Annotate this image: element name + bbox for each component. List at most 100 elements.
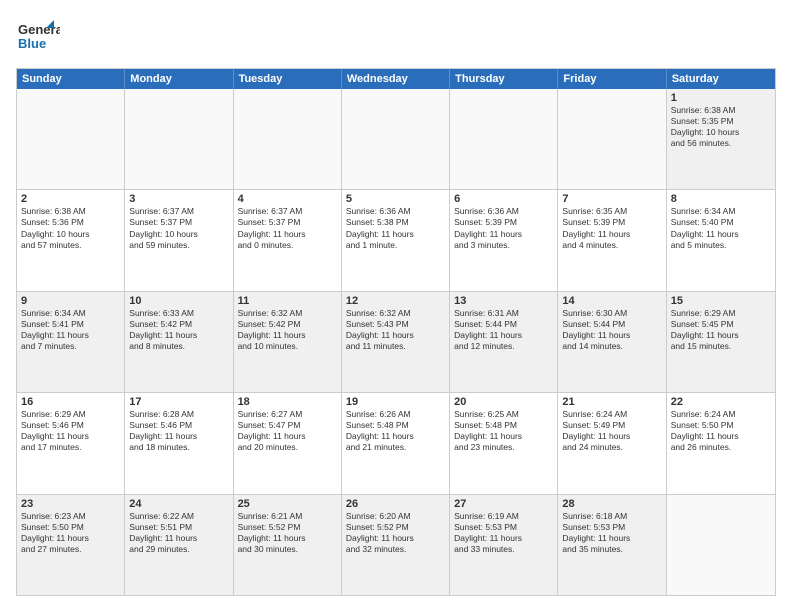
calendar-body: 1Sunrise: 6:38 AM Sunset: 5:35 PM Daylig… — [17, 89, 775, 595]
cell-daylight-info: Sunrise: 6:29 AM Sunset: 5:45 PM Dayligh… — [671, 308, 771, 352]
header: General Blue — [16, 16, 776, 60]
cell-daylight-info: Sunrise: 6:19 AM Sunset: 5:53 PM Dayligh… — [454, 511, 553, 555]
day-number: 22 — [671, 396, 771, 408]
day-number: 18 — [238, 396, 337, 408]
day-number: 8 — [671, 193, 771, 205]
day-number: 3 — [129, 193, 228, 205]
calendar-cell — [342, 89, 450, 189]
calendar-cell: 8Sunrise: 6:34 AM Sunset: 5:40 PM Daylig… — [667, 190, 775, 290]
calendar-cell — [558, 89, 666, 189]
weekday-header: Saturday — [667, 69, 775, 89]
logo: General Blue — [16, 16, 60, 60]
cell-daylight-info: Sunrise: 6:37 AM Sunset: 5:37 PM Dayligh… — [129, 206, 228, 250]
calendar-row: 9Sunrise: 6:34 AM Sunset: 5:41 PM Daylig… — [17, 292, 775, 393]
calendar-cell: 11Sunrise: 6:32 AM Sunset: 5:42 PM Dayli… — [234, 292, 342, 392]
cell-daylight-info: Sunrise: 6:38 AM Sunset: 5:36 PM Dayligh… — [21, 206, 120, 250]
calendar-cell: 18Sunrise: 6:27 AM Sunset: 5:47 PM Dayli… — [234, 393, 342, 493]
calendar-cell — [667, 495, 775, 595]
cell-daylight-info: Sunrise: 6:36 AM Sunset: 5:39 PM Dayligh… — [454, 206, 553, 250]
calendar-cell: 28Sunrise: 6:18 AM Sunset: 5:53 PM Dayli… — [558, 495, 666, 595]
day-number: 4 — [238, 193, 337, 205]
cell-daylight-info: Sunrise: 6:33 AM Sunset: 5:42 PM Dayligh… — [129, 308, 228, 352]
cell-daylight-info: Sunrise: 6:36 AM Sunset: 5:38 PM Dayligh… — [346, 206, 445, 250]
calendar-cell: 4Sunrise: 6:37 AM Sunset: 5:37 PM Daylig… — [234, 190, 342, 290]
calendar-cell: 25Sunrise: 6:21 AM Sunset: 5:52 PM Dayli… — [234, 495, 342, 595]
calendar-row: 1Sunrise: 6:38 AM Sunset: 5:35 PM Daylig… — [17, 89, 775, 190]
calendar-cell: 19Sunrise: 6:26 AM Sunset: 5:48 PM Dayli… — [342, 393, 450, 493]
cell-daylight-info: Sunrise: 6:31 AM Sunset: 5:44 PM Dayligh… — [454, 308, 553, 352]
weekday-header: Tuesday — [234, 69, 342, 89]
calendar-cell: 15Sunrise: 6:29 AM Sunset: 5:45 PM Dayli… — [667, 292, 775, 392]
calendar-cell: 26Sunrise: 6:20 AM Sunset: 5:52 PM Dayli… — [342, 495, 450, 595]
calendar-cell — [450, 89, 558, 189]
weekday-header: Friday — [558, 69, 666, 89]
day-number: 15 — [671, 295, 771, 307]
calendar-cell: 9Sunrise: 6:34 AM Sunset: 5:41 PM Daylig… — [17, 292, 125, 392]
calendar: SundayMondayTuesdayWednesdayThursdayFrid… — [16, 68, 776, 596]
day-number: 2 — [21, 193, 120, 205]
day-number: 28 — [562, 498, 661, 510]
day-number: 7 — [562, 193, 661, 205]
calendar-cell — [17, 89, 125, 189]
cell-daylight-info: Sunrise: 6:22 AM Sunset: 5:51 PM Dayligh… — [129, 511, 228, 555]
cell-daylight-info: Sunrise: 6:32 AM Sunset: 5:42 PM Dayligh… — [238, 308, 337, 352]
day-number: 9 — [21, 295, 120, 307]
day-number: 12 — [346, 295, 445, 307]
calendar-cell: 10Sunrise: 6:33 AM Sunset: 5:42 PM Dayli… — [125, 292, 233, 392]
calendar-cell: 12Sunrise: 6:32 AM Sunset: 5:43 PM Dayli… — [342, 292, 450, 392]
calendar-cell: 22Sunrise: 6:24 AM Sunset: 5:50 PM Dayli… — [667, 393, 775, 493]
day-number: 13 — [454, 295, 553, 307]
day-number: 14 — [562, 295, 661, 307]
cell-daylight-info: Sunrise: 6:21 AM Sunset: 5:52 PM Dayligh… — [238, 511, 337, 555]
cell-daylight-info: Sunrise: 6:25 AM Sunset: 5:48 PM Dayligh… — [454, 409, 553, 453]
cell-daylight-info: Sunrise: 6:34 AM Sunset: 5:41 PM Dayligh… — [21, 308, 120, 352]
calendar-cell: 1Sunrise: 6:38 AM Sunset: 5:35 PM Daylig… — [667, 89, 775, 189]
cell-daylight-info: Sunrise: 6:35 AM Sunset: 5:39 PM Dayligh… — [562, 206, 661, 250]
cell-daylight-info: Sunrise: 6:37 AM Sunset: 5:37 PM Dayligh… — [238, 206, 337, 250]
calendar-cell: 24Sunrise: 6:22 AM Sunset: 5:51 PM Dayli… — [125, 495, 233, 595]
cell-daylight-info: Sunrise: 6:23 AM Sunset: 5:50 PM Dayligh… — [21, 511, 120, 555]
weekday-header: Sunday — [17, 69, 125, 89]
calendar-row: 2Sunrise: 6:38 AM Sunset: 5:36 PM Daylig… — [17, 190, 775, 291]
day-number: 17 — [129, 396, 228, 408]
day-number: 5 — [346, 193, 445, 205]
day-number: 19 — [346, 396, 445, 408]
calendar-cell: 5Sunrise: 6:36 AM Sunset: 5:38 PM Daylig… — [342, 190, 450, 290]
cell-daylight-info: Sunrise: 6:24 AM Sunset: 5:50 PM Dayligh… — [671, 409, 771, 453]
calendar-row: 16Sunrise: 6:29 AM Sunset: 5:46 PM Dayli… — [17, 393, 775, 494]
calendar-cell — [125, 89, 233, 189]
calendar-cell: 13Sunrise: 6:31 AM Sunset: 5:44 PM Dayli… — [450, 292, 558, 392]
calendar-cell — [234, 89, 342, 189]
calendar-cell: 27Sunrise: 6:19 AM Sunset: 5:53 PM Dayli… — [450, 495, 558, 595]
weekday-header: Wednesday — [342, 69, 450, 89]
svg-text:Blue: Blue — [18, 36, 46, 51]
logo-icon: General Blue — [16, 16, 60, 60]
calendar-row: 23Sunrise: 6:23 AM Sunset: 5:50 PM Dayli… — [17, 495, 775, 595]
cell-daylight-info: Sunrise: 6:20 AM Sunset: 5:52 PM Dayligh… — [346, 511, 445, 555]
calendar-cell: 16Sunrise: 6:29 AM Sunset: 5:46 PM Dayli… — [17, 393, 125, 493]
cell-daylight-info: Sunrise: 6:26 AM Sunset: 5:48 PM Dayligh… — [346, 409, 445, 453]
day-number: 25 — [238, 498, 337, 510]
day-number: 11 — [238, 295, 337, 307]
calendar-cell: 2Sunrise: 6:38 AM Sunset: 5:36 PM Daylig… — [17, 190, 125, 290]
calendar-header: SundayMondayTuesdayWednesdayThursdayFrid… — [17, 69, 775, 89]
cell-daylight-info: Sunrise: 6:34 AM Sunset: 5:40 PM Dayligh… — [671, 206, 771, 250]
weekday-header: Monday — [125, 69, 233, 89]
calendar-cell: 21Sunrise: 6:24 AM Sunset: 5:49 PM Dayli… — [558, 393, 666, 493]
calendar-cell: 17Sunrise: 6:28 AM Sunset: 5:46 PM Dayli… — [125, 393, 233, 493]
day-number: 10 — [129, 295, 228, 307]
calendar-cell: 6Sunrise: 6:36 AM Sunset: 5:39 PM Daylig… — [450, 190, 558, 290]
day-number: 24 — [129, 498, 228, 510]
calendar-cell: 23Sunrise: 6:23 AM Sunset: 5:50 PM Dayli… — [17, 495, 125, 595]
page: General Blue SundayMondayTuesdayWednesda… — [0, 0, 792, 612]
calendar-cell: 7Sunrise: 6:35 AM Sunset: 5:39 PM Daylig… — [558, 190, 666, 290]
day-number: 26 — [346, 498, 445, 510]
calendar-cell: 14Sunrise: 6:30 AM Sunset: 5:44 PM Dayli… — [558, 292, 666, 392]
calendar-cell: 3Sunrise: 6:37 AM Sunset: 5:37 PM Daylig… — [125, 190, 233, 290]
day-number: 1 — [671, 92, 771, 104]
cell-daylight-info: Sunrise: 6:32 AM Sunset: 5:43 PM Dayligh… — [346, 308, 445, 352]
cell-daylight-info: Sunrise: 6:24 AM Sunset: 5:49 PM Dayligh… — [562, 409, 661, 453]
cell-daylight-info: Sunrise: 6:27 AM Sunset: 5:47 PM Dayligh… — [238, 409, 337, 453]
day-number: 16 — [21, 396, 120, 408]
calendar-cell: 20Sunrise: 6:25 AM Sunset: 5:48 PM Dayli… — [450, 393, 558, 493]
